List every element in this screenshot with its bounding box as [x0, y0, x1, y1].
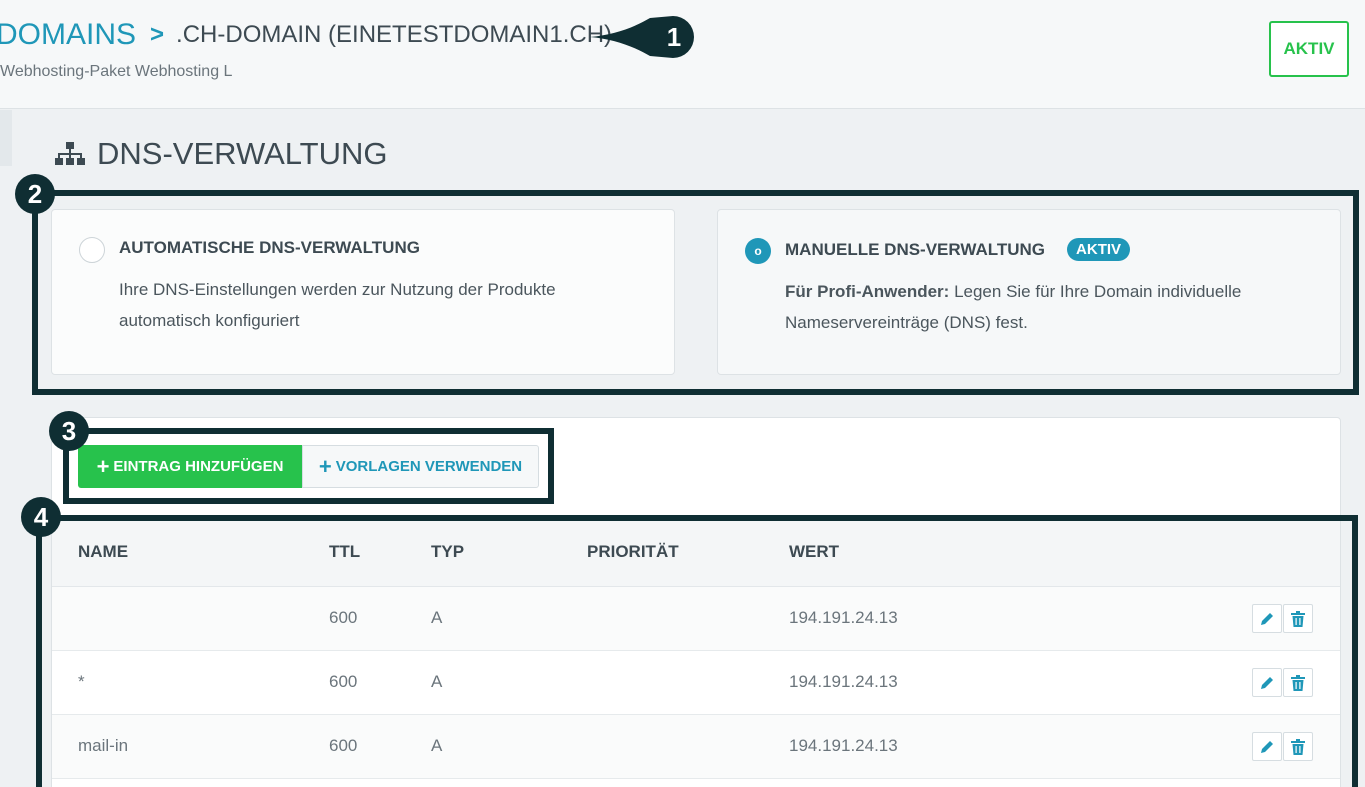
automatic-dns-radio[interactable]: [79, 237, 105, 263]
automatic-dns-description: Ihre DNS-Einstellungen werden zur Nutzun…: [119, 280, 556, 330]
delete-button[interactable]: [1283, 668, 1313, 697]
plus-icon: +: [96, 453, 110, 479]
cell-name: *: [78, 672, 85, 691]
trash-icon: [1291, 610, 1305, 627]
cell-name: mail-in: [78, 736, 129, 755]
manual-dns-description-bold: Für Profi-Anwender:: [785, 282, 950, 301]
table-header: NAME TTL TYP PRIORITÄT WERT: [52, 520, 1340, 587]
delete-button[interactable]: [1283, 732, 1313, 761]
callout-1-number: 1: [667, 22, 681, 52]
add-entry-button[interactable]: + EINTRAG HINZUFÜGEN: [78, 445, 302, 488]
cell-value: 194.191.24.13: [789, 608, 898, 627]
callout-2-marker: 2: [15, 174, 55, 214]
cell-value: 194.191.24.13: [789, 736, 898, 755]
automatic-dns-option[interactable]: AUTOMATISCHE DNS-VERWALTUNG Ihre DNS-Ein…: [51, 209, 675, 375]
manual-dns-option[interactable]: o MANUELLE DNS-VERWALTUNG AKTIV Für Profi…: [717, 209, 1341, 375]
trash-icon: [1291, 738, 1305, 755]
column-header-value[interactable]: WERT: [789, 542, 839, 562]
automatic-dns-title: AUTOMATISCHE DNS-VERWALTUNG: [119, 238, 420, 257]
delete-button[interactable]: [1283, 604, 1313, 633]
manual-dns-radio[interactable]: o: [745, 238, 771, 264]
breadcrumb: DOMAINS > .CH-DOMAIN (EINETESTDOMAIN1.CH…: [0, 18, 612, 52]
edit-button[interactable]: [1252, 668, 1282, 697]
breadcrumb-domains-link[interactable]: DOMAINS: [0, 18, 136, 52]
table-row: 600 A 194.191.24.13: [52, 587, 1340, 651]
use-templates-label: VORLAGEN VERWENDEN: [335, 458, 523, 475]
column-header-ttl[interactable]: TTL: [329, 542, 360, 562]
plus-icon: +: [318, 453, 332, 479]
column-header-priority[interactable]: PRIORITÄT: [587, 542, 679, 562]
cell-type: A: [431, 672, 443, 691]
column-header-type[interactable]: TYP: [431, 542, 464, 562]
cell-type: A: [431, 608, 443, 627]
breadcrumb-chevron-icon: >: [150, 21, 165, 48]
trash-icon: [1291, 674, 1305, 691]
manual-dns-description: Für Profi-Anwender: Legen Sie für Ihre D…: [785, 276, 1305, 338]
cell-ttl: 600: [329, 672, 358, 691]
pencil-icon: [1261, 740, 1273, 753]
cell-ttl: 600: [329, 608, 358, 627]
cell-value: 194.191.24.13: [789, 672, 898, 691]
edit-button[interactable]: [1252, 604, 1282, 633]
cell-type: A: [431, 736, 443, 755]
pencil-icon: [1261, 676, 1273, 689]
active-badge: AKTIV: [1067, 238, 1131, 261]
table-row: * 600 A 194.191.24.13: [52, 651, 1340, 715]
cell-ttl: 600: [329, 736, 358, 755]
callout-1-arrow: 1: [590, 16, 694, 58]
callout-4-marker: 4: [21, 497, 61, 537]
edit-button[interactable]: [1252, 732, 1282, 761]
breadcrumb-current: .CH-DOMAIN (EINETESTDOMAIN1.CH): [176, 21, 613, 48]
sidebar-edge: [0, 110, 12, 166]
use-templates-button[interactable]: + VORLAGEN VERWENDEN: [302, 445, 539, 488]
manual-dns-title-row: MANUELLE DNS-VERWALTUNG AKTIV: [785, 238, 1131, 261]
section-title: DNS-VERWALTUNG: [55, 136, 388, 172]
table-row: mail-in 600 A 194.191.24.13: [52, 715, 1340, 779]
add-entry-label: EINTRAG HINZUFÜGEN: [113, 458, 284, 475]
callout-3-marker: 3: [49, 411, 89, 451]
column-header-name[interactable]: NAME: [78, 542, 128, 562]
pencil-icon: [1261, 612, 1273, 625]
page-subtitle: Webhosting-Paket Webhosting L: [0, 63, 233, 80]
sitemap-icon: [55, 142, 85, 165]
manual-dns-title: MANUELLE DNS-VERWALTUNG: [785, 240, 1046, 259]
status-button[interactable]: AKTIV: [1269, 21, 1349, 77]
section-title-text: DNS-VERWALTUNG: [97, 136, 388, 171]
